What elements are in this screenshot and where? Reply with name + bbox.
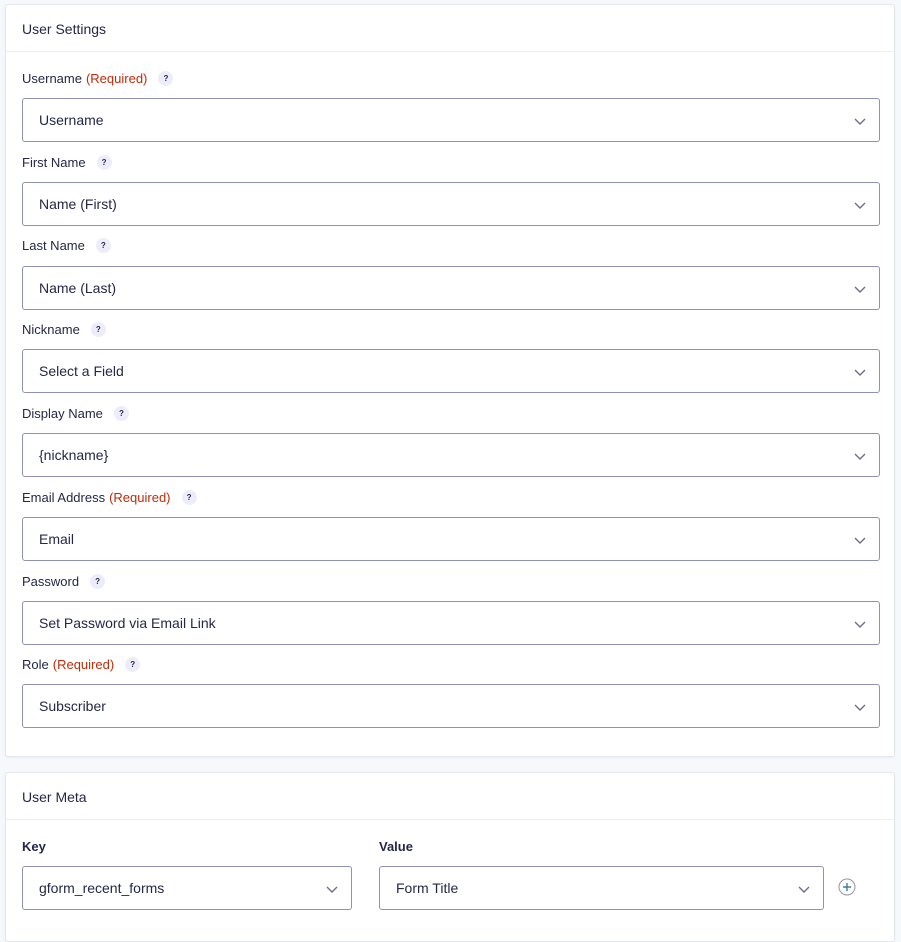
username-select-value: Username (39, 112, 104, 128)
help-icon[interactable]: ? (158, 71, 174, 86)
last-name-label: Last Name ? (22, 238, 111, 253)
username-select[interactable]: Username (22, 98, 880, 142)
chevron-down-icon (798, 886, 810, 893)
last-name-label-text: Last Name (22, 238, 85, 253)
chevron-down-icon (854, 286, 866, 293)
meta-key-select[interactable]: gform_recent_forms (22, 866, 352, 910)
display-name-select-value: {nickname} (39, 447, 109, 463)
email-select[interactable]: Email (22, 517, 880, 561)
help-icon[interactable]: ? (95, 238, 111, 253)
meta-key-label: Key (22, 839, 46, 854)
help-icon[interactable]: ? (96, 155, 112, 170)
chevron-down-icon (854, 621, 866, 628)
password-label-text: Password (22, 574, 80, 589)
chevron-down-icon (326, 886, 338, 893)
email-select-value: Email (39, 531, 75, 547)
user-settings-title: User Settings (6, 5, 894, 52)
user-meta-title: User Meta (6, 773, 894, 820)
nickname-select-value: Select a Field (39, 363, 124, 379)
help-icon[interactable]: ? (90, 574, 106, 589)
role-required: (Required) (52, 657, 115, 672)
chevron-down-icon (854, 202, 866, 209)
help-icon[interactable]: ? (90, 322, 106, 337)
email-label: Email Address (Required) ? (22, 490, 197, 505)
role-label-text: Role (22, 657, 49, 672)
first-name-select[interactable]: Name (First) (22, 182, 880, 226)
nickname-select[interactable]: Select a Field (22, 349, 880, 393)
first-name-select-value: Name (First) (39, 196, 117, 212)
chevron-down-icon (854, 369, 866, 376)
chevron-down-icon (854, 453, 866, 460)
last-name-select-value: Name (Last) (39, 280, 117, 296)
nickname-label-text: Nickname (22, 322, 80, 337)
first-name-label-text: First Name (22, 155, 86, 170)
password-label: Password ? (22, 574, 106, 589)
help-icon[interactable]: ? (125, 657, 141, 672)
plus-circle-icon[interactable] (838, 878, 856, 896)
display-name-select[interactable]: {nickname} (22, 433, 880, 477)
first-name-label: First Name ? (22, 155, 112, 170)
user-settings-panel: User Settings Username (Required) ? User… (5, 4, 895, 757)
meta-value-select[interactable]: Form Title (379, 866, 824, 910)
meta-key-select-value: gform_recent_forms (39, 880, 165, 896)
username-label-text: Username (22, 71, 82, 86)
password-select[interactable]: Set Password via Email Link (22, 601, 880, 645)
last-name-select[interactable]: Name (Last) (22, 266, 880, 310)
nickname-label: Nickname ? (22, 322, 106, 337)
email-label-text: Email Address (22, 490, 106, 505)
username-required: (Required) (85, 71, 148, 86)
role-select[interactable]: Subscriber (22, 684, 880, 728)
password-select-value: Set Password via Email Link (39, 615, 216, 631)
help-icon[interactable]: ? (181, 490, 197, 505)
username-label: Username (Required) ? (22, 71, 174, 86)
chevron-down-icon (854, 704, 866, 711)
meta-value-select-value: Form Title (396, 880, 459, 896)
email-required: (Required) (109, 490, 171, 505)
display-name-label: Display Name ? (22, 406, 129, 421)
display-name-label-text: Display Name (22, 406, 103, 421)
meta-value-label: Value (379, 839, 413, 854)
role-select-value: Subscriber (39, 698, 106, 714)
chevron-down-icon (854, 537, 866, 544)
chevron-down-icon (854, 118, 866, 125)
user-meta-panel: User Meta Key Value gform_recent_forms F… (5, 772, 895, 942)
help-icon[interactable]: ? (113, 406, 129, 421)
role-label: Role (Required) ? (22, 657, 141, 672)
